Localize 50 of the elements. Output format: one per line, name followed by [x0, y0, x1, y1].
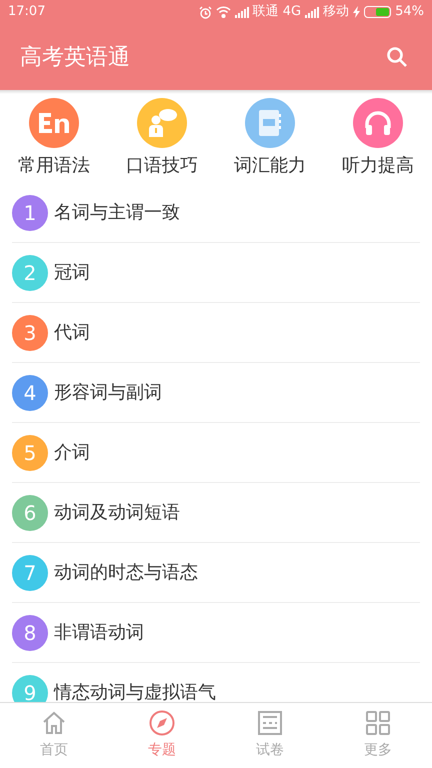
- category-button[interactable]: 口语技巧: [112, 98, 212, 179]
- topic-title: 动词及动词短语: [54, 501, 180, 525]
- number-badge: 5: [12, 434, 48, 470]
- wifi-icon: [216, 6, 231, 18]
- topic-title: 名词与主谓一致: [54, 201, 180, 225]
- battery-icon: [364, 6, 392, 18]
- app-title: 高考英语通: [20, 44, 130, 72]
- category-button[interactable]: 听力提高: [328, 98, 428, 179]
- carrier-name: 联通: [252, 3, 279, 22]
- exam-paper-icon: [257, 710, 283, 736]
- topic-title: 冠词: [54, 261, 90, 285]
- number-badge: 8: [12, 614, 48, 650]
- en-letters-icon: [37, 111, 71, 135]
- book-icon: [257, 108, 283, 138]
- topic-title: 动词的时态与语态: [54, 561, 198, 585]
- category-button[interactable]: 词汇能力: [220, 98, 320, 179]
- headphones-icon: [363, 110, 393, 136]
- number-badge: 3: [12, 314, 48, 350]
- number-badge: 6: [12, 494, 48, 530]
- status-time: 17:07: [8, 3, 46, 22]
- grid-icon: [365, 710, 391, 736]
- topic-title: 介词: [54, 441, 90, 465]
- charging-bolt-icon: [353, 6, 360, 18]
- number-badge: 2: [12, 254, 48, 290]
- signal-icon: [305, 6, 320, 18]
- number-badge: 4: [12, 374, 48, 410]
- topic-item[interactable]: 6 动词及动词短语: [12, 483, 420, 543]
- signal-icon: [234, 6, 249, 18]
- topic-title: 形容词与副词: [54, 381, 162, 405]
- number-badge: 1: [12, 194, 48, 230]
- number-badge: 9: [12, 674, 48, 702]
- topic-item[interactable]: 4 形容词与副词: [12, 363, 420, 423]
- battery-percent: 54%: [395, 3, 424, 22]
- topic-item[interactable]: 1 名词与主谓一致: [12, 183, 420, 243]
- compass-icon: [149, 710, 175, 736]
- carrier-name: 移动: [323, 3, 350, 22]
- topic-item[interactable]: 3 代词: [12, 303, 420, 363]
- topic-item[interactable]: 2 冠词: [12, 243, 420, 303]
- category-button[interactable]: 常用语法: [4, 98, 104, 179]
- home-icon: [41, 710, 67, 736]
- person-speech-bubble-icon: [146, 107, 178, 139]
- topic-item[interactable]: 8 非谓语动词: [12, 603, 420, 663]
- topic-title: 代词: [54, 321, 90, 345]
- topic-item[interactable]: 7 动词的时态与语态: [12, 543, 420, 603]
- topic-title: 情态动词与虚拟语气: [54, 681, 216, 702]
- network-type: 4G: [282, 3, 302, 22]
- number-badge: 7: [12, 554, 48, 590]
- topic-title: 非谓语动词: [54, 621, 144, 645]
- topic-item[interactable]: 5 介词: [12, 423, 420, 483]
- alarm-clock-icon: [198, 6, 212, 18]
